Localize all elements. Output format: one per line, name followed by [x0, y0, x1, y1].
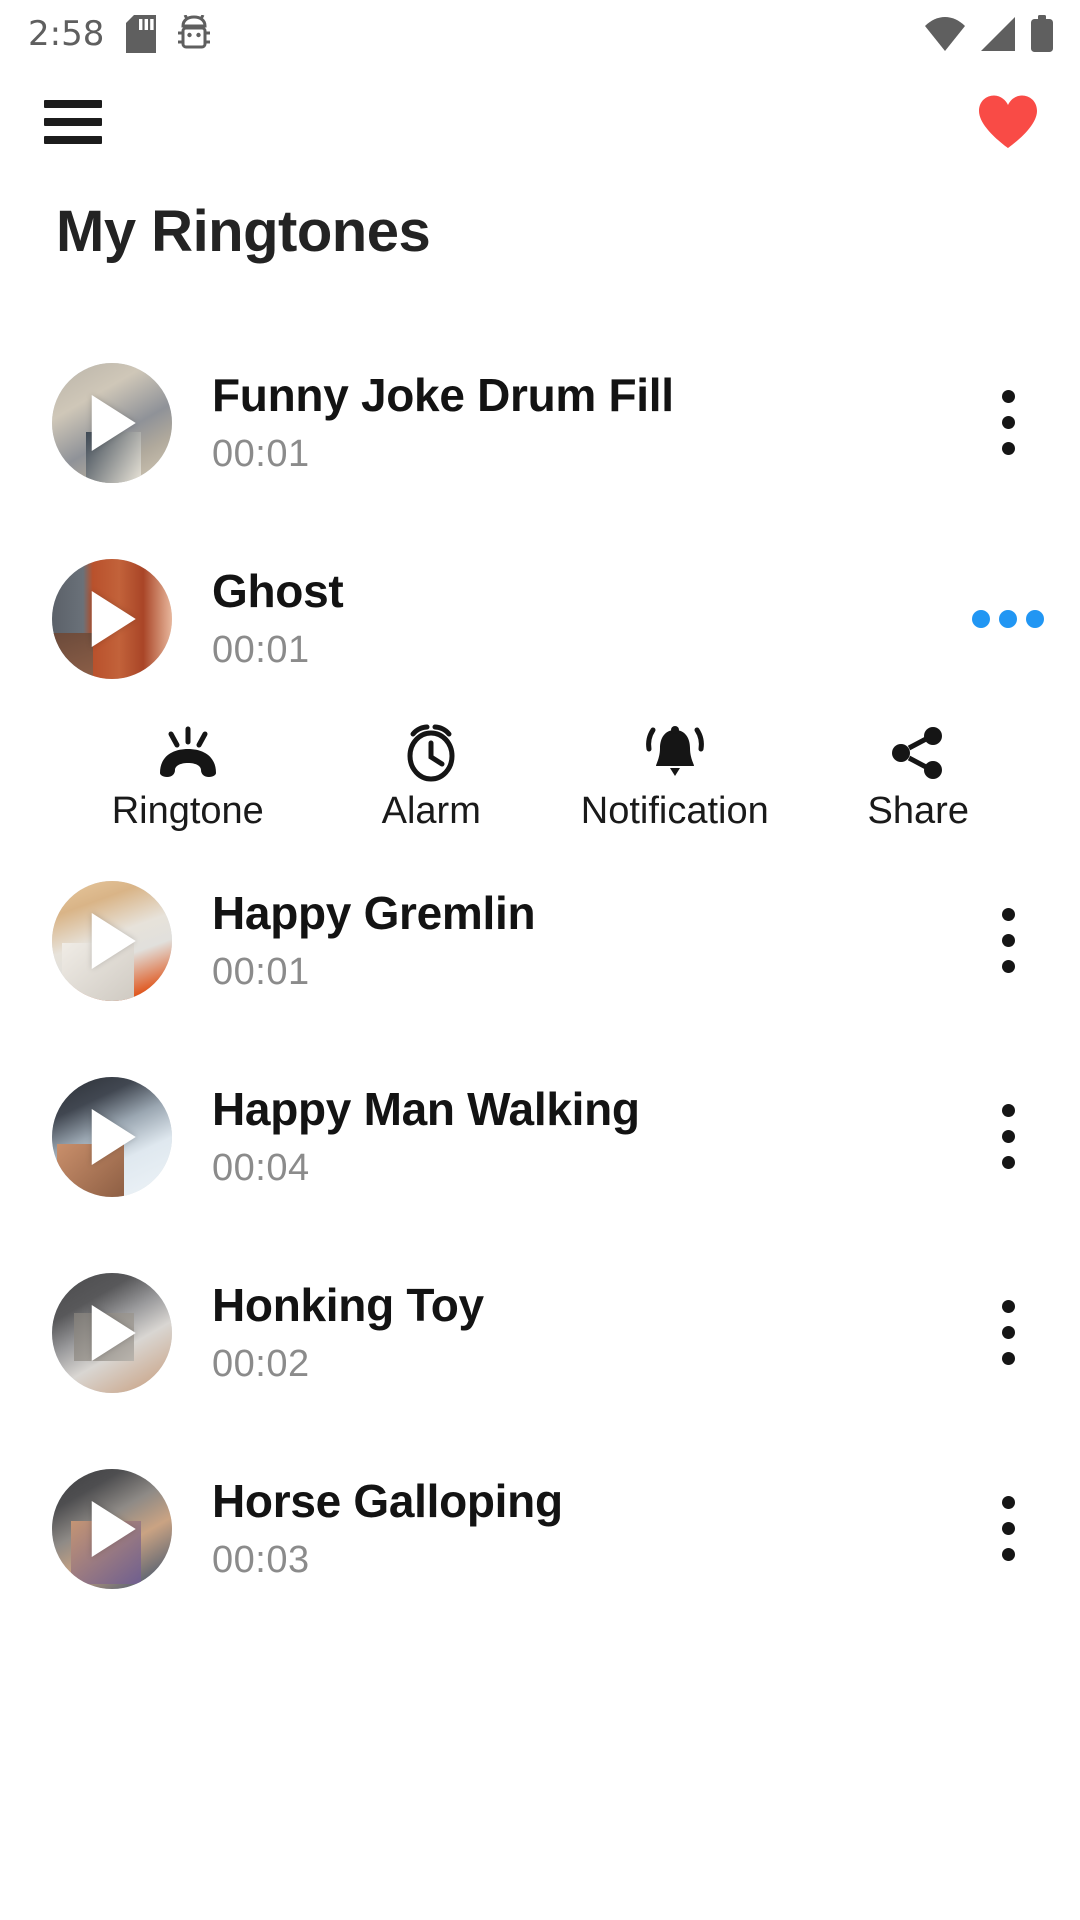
play-icon[interactable] — [91, 912, 136, 969]
dot — [1001, 1300, 1015, 1314]
ringtone-thumbnail[interactable] — [52, 362, 172, 483]
dot — [1001, 1156, 1015, 1170]
hamburger-bar — [44, 136, 102, 144]
dot — [1001, 934, 1015, 948]
ringtone-thumbnail[interactable] — [52, 1076, 172, 1197]
ringtone-duration: 00:01 — [212, 950, 310, 993]
play-icon[interactable] — [91, 1304, 136, 1361]
dot — [1001, 1496, 1015, 1510]
ringtone-title: Happy Gremlin — [212, 887, 536, 940]
heart-icon — [979, 95, 1037, 148]
share-icon — [887, 723, 949, 783]
ringtone-title: Ghost — [212, 565, 344, 618]
dot — [1001, 1130, 1015, 1144]
ringtone-info: Happy Man Walking 00:04 — [212, 1084, 640, 1189]
ringtone-thumbnail[interactable] — [52, 880, 172, 1001]
more-horizontal-icon[interactable] — [970, 581, 1046, 657]
hamburger-bar — [44, 100, 102, 108]
action-ringtone[interactable]: Ringtone — [66, 723, 310, 833]
cellular-signal-icon — [981, 17, 1015, 51]
ringtone-duration: 00:03 — [212, 1538, 310, 1581]
more-vertical-icon[interactable] — [970, 371, 1046, 475]
action-label: Share — [867, 789, 969, 832]
ringtone-duration: 00:02 — [212, 1342, 310, 1385]
hamburger-bar — [44, 118, 102, 126]
ringtone-duration: 00:01 — [212, 628, 310, 671]
dot — [1001, 1326, 1015, 1340]
dot — [1001, 442, 1015, 456]
ringtone-title: Happy Man Walking — [212, 1083, 640, 1136]
list-item[interactable]: Ghost 00:01 — [0, 521, 1080, 717]
action-label: Ringtone — [111, 789, 264, 832]
ringtone-duration: 00:04 — [212, 1146, 310, 1189]
ringtone-thumbnail[interactable] — [52, 1468, 172, 1589]
ringtone-thumbnail[interactable] — [52, 1272, 172, 1393]
ringtone-thumbnail[interactable] — [52, 558, 172, 679]
play-icon[interactable] — [91, 590, 136, 647]
ringing-phone-icon — [152, 723, 224, 783]
status-bar: 2:58 — [0, 0, 1080, 68]
sd-card-icon — [126, 15, 157, 53]
battery-icon — [1031, 15, 1053, 52]
action-share[interactable]: Share — [797, 723, 1041, 833]
more-vertical-icon[interactable] — [970, 1085, 1046, 1189]
status-bar-right — [924, 15, 1054, 53]
action-label: Alarm — [381, 789, 481, 832]
page-title: My Ringtones — [56, 199, 431, 264]
status-bar-left: 2:58 — [28, 14, 211, 54]
usb-debug-icon — [178, 15, 211, 49]
list-item[interactable]: Happy Gremlin 00:01 — [0, 843, 1080, 1039]
wifi-icon — [925, 17, 965, 51]
dot — [1001, 908, 1015, 922]
play-icon[interactable] — [91, 1500, 136, 1557]
dot — [1001, 960, 1015, 974]
favorites-button[interactable] — [972, 86, 1044, 158]
list-item[interactable]: Funny Joke Drum Fill 00:01 — [0, 325, 1080, 521]
dot — [1001, 1548, 1015, 1562]
dot — [1001, 1104, 1015, 1118]
ringtone-title: Horse Galloping — [212, 1475, 563, 1528]
action-notification[interactable]: Notification — [553, 723, 797, 833]
ringtone-info: Horse Galloping 00:03 — [212, 1476, 563, 1581]
list-item[interactable]: Happy Man Walking 00:04 — [0, 1039, 1080, 1235]
dot — [972, 609, 990, 628]
ringtone-info: Ghost 00:01 — [212, 565, 344, 671]
alarm-clock-icon — [398, 723, 464, 783]
hamburger-menu-icon[interactable] — [44, 100, 102, 144]
action-alarm[interactable]: Alarm — [310, 723, 554, 833]
ringtone-action-bar: Ringtone Alarm Notification Share — [0, 717, 1080, 843]
app-bar — [0, 68, 1080, 176]
ringing-bell-icon — [642, 723, 708, 783]
dot — [1001, 390, 1015, 404]
ringtone-info: Honking Toy 00:02 — [212, 1280, 484, 1385]
ringtone-title: Funny Joke Drum Fill — [212, 369, 674, 422]
ringtone-info: Funny Joke Drum Fill 00:01 — [212, 370, 674, 475]
play-icon[interactable] — [91, 1108, 136, 1165]
dot — [999, 609, 1017, 628]
status-bar-clock: 2:58 — [28, 14, 105, 54]
dot — [1001, 1352, 1015, 1366]
ringtone-list: Funny Joke Drum Fill 00:01 Ghost 00:01 R… — [0, 325, 1080, 1627]
more-vertical-icon[interactable] — [970, 1477, 1046, 1581]
play-icon[interactable] — [91, 394, 136, 451]
ringtone-info: Happy Gremlin 00:01 — [212, 887, 536, 993]
dot — [1026, 609, 1044, 628]
list-item[interactable]: Honking Toy 00:02 — [0, 1235, 1080, 1431]
dot — [1001, 1522, 1015, 1536]
dot — [1001, 416, 1015, 430]
more-vertical-icon[interactable] — [970, 1281, 1046, 1385]
more-vertical-icon[interactable] — [970, 889, 1046, 993]
action-label: Notification — [580, 789, 769, 832]
list-item[interactable]: Horse Galloping 00:03 — [0, 1431, 1080, 1627]
ringtone-duration: 00:01 — [212, 432, 310, 475]
ringtone-title: Honking Toy — [212, 1279, 484, 1332]
